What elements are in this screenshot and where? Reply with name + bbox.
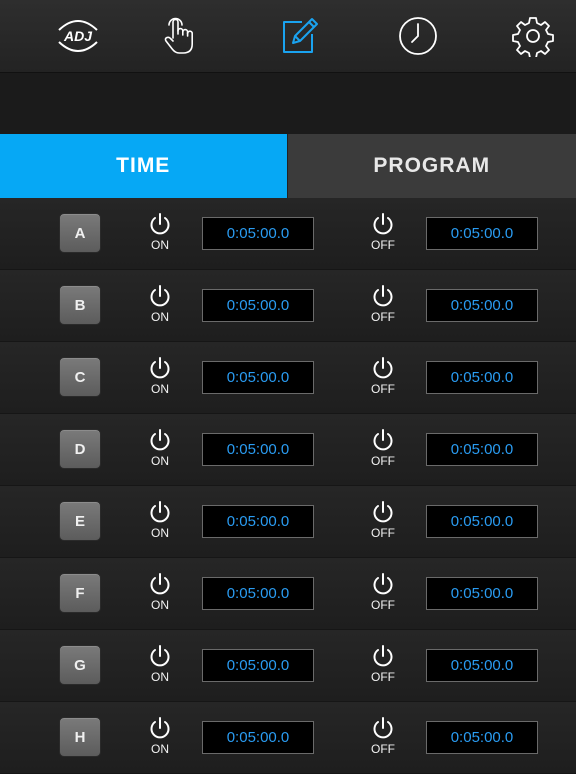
power-off-button[interactable]: OFF [363, 500, 403, 546]
off-time-field[interactable]: 0:05:00.0 [426, 289, 538, 322]
timer-row: H ON 0:05:00.0 OFF 0:05:00.0 [0, 702, 576, 774]
on-time-field[interactable]: 0:05:00.0 [202, 433, 314, 466]
channel-button[interactable]: F [59, 573, 101, 613]
off-label: OFF [371, 238, 395, 252]
channel-button[interactable]: A [59, 213, 101, 253]
power-icon [372, 356, 394, 380]
power-icon [372, 716, 394, 740]
on-label: ON [151, 598, 169, 612]
off-time-field[interactable]: 0:05:00.0 [426, 361, 538, 394]
logo-text: ADJ [63, 28, 93, 44]
power-icon [372, 212, 394, 236]
power-icon [149, 356, 171, 380]
power-on-button[interactable]: ON [140, 356, 180, 402]
touch-hand-icon[interactable] [157, 14, 201, 58]
header-spacer [0, 73, 576, 135]
power-icon [372, 572, 394, 596]
power-icon [372, 284, 394, 308]
off-time-field[interactable]: 0:05:00.0 [426, 433, 538, 466]
off-label: OFF [371, 454, 395, 468]
on-time-field[interactable]: 0:05:00.0 [202, 721, 314, 754]
off-time-field[interactable]: 0:05:00.0 [426, 649, 538, 682]
channel-button[interactable]: G [59, 645, 101, 685]
power-off-button[interactable]: OFF [363, 356, 403, 402]
timer-row: G ON 0:05:00.0 OFF 0:05:00.0 [0, 630, 576, 702]
on-label: ON [151, 526, 169, 540]
power-icon [149, 572, 171, 596]
on-time-field[interactable]: 0:05:00.0 [202, 649, 314, 682]
power-icon [149, 644, 171, 668]
off-time-field[interactable]: 0:05:00.0 [426, 577, 538, 610]
on-time-field[interactable]: 0:05:00.0 [202, 577, 314, 610]
timer-row: C ON 0:05:00.0 OFF 0:05:00.0 [0, 342, 576, 414]
power-on-button[interactable]: ON [140, 284, 180, 330]
power-icon [149, 428, 171, 452]
timer-row: F ON 0:05:00.0 OFF 0:05:00.0 [0, 558, 576, 630]
off-time-field[interactable]: 0:05:00.0 [426, 217, 538, 250]
timer-row: E ON 0:05:00.0 OFF 0:05:00.0 [0, 486, 576, 558]
power-icon [372, 428, 394, 452]
power-on-button[interactable]: ON [140, 716, 180, 762]
timer-row: B ON 0:05:00.0 OFF 0:05:00.0 [0, 270, 576, 342]
off-label: OFF [371, 382, 395, 396]
channel-button[interactable]: C [59, 357, 101, 397]
power-icon [149, 500, 171, 524]
power-off-button[interactable]: OFF [363, 212, 403, 258]
channel-button[interactable]: H [59, 717, 101, 757]
off-label: OFF [371, 310, 395, 324]
power-on-button[interactable]: ON [140, 572, 180, 618]
power-off-button[interactable]: OFF [363, 284, 403, 330]
power-icon [149, 716, 171, 740]
on-label: ON [151, 238, 169, 252]
top-nav-bar: ADJ [0, 0, 576, 73]
clock-icon[interactable] [396, 14, 440, 58]
timer-row: A ON 0:05:00.0 OFF 0:05:00.0 [0, 198, 576, 270]
channel-button[interactable]: D [59, 429, 101, 469]
on-label: ON [151, 454, 169, 468]
on-label: ON [151, 670, 169, 684]
tab-program[interactable]: PROGRAM [287, 134, 576, 198]
on-time-field[interactable]: 0:05:00.0 [202, 217, 314, 250]
power-off-button[interactable]: OFF [363, 716, 403, 762]
off-time-field[interactable]: 0:05:00.0 [426, 505, 538, 538]
power-on-button[interactable]: ON [140, 428, 180, 474]
channel-button[interactable]: B [59, 285, 101, 325]
power-on-button[interactable]: ON [140, 212, 180, 258]
off-time-field[interactable]: 0:05:00.0 [426, 721, 538, 754]
power-on-button[interactable]: ON [140, 500, 180, 546]
off-label: OFF [371, 526, 395, 540]
power-icon [372, 500, 394, 524]
on-label: ON [151, 310, 169, 324]
on-label: ON [151, 382, 169, 396]
power-icon [149, 212, 171, 236]
off-label: OFF [371, 670, 395, 684]
channel-button[interactable]: E [59, 501, 101, 541]
adj-logo[interactable]: ADJ [54, 16, 102, 56]
power-icon [149, 284, 171, 308]
power-off-button[interactable]: OFF [363, 644, 403, 690]
on-label: ON [151, 742, 169, 756]
power-icon [372, 644, 394, 668]
timer-row: D ON 0:05:00.0 OFF 0:05:00.0 [0, 414, 576, 486]
power-on-button[interactable]: ON [140, 644, 180, 690]
off-label: OFF [371, 742, 395, 756]
power-off-button[interactable]: OFF [363, 428, 403, 474]
on-time-field[interactable]: 0:05:00.0 [202, 361, 314, 394]
gear-icon[interactable] [511, 14, 555, 58]
edit-pencil-icon[interactable] [278, 14, 322, 58]
power-off-button[interactable]: OFF [363, 572, 403, 618]
on-time-field[interactable]: 0:05:00.0 [202, 289, 314, 322]
timer-list: A ON 0:05:00.0 OFF 0:05:00.0 B ON [0, 198, 576, 774]
off-label: OFF [371, 598, 395, 612]
tab-time[interactable]: TIME [0, 134, 287, 198]
mode-tabs: TIME PROGRAM [0, 134, 576, 198]
on-time-field[interactable]: 0:05:00.0 [202, 505, 314, 538]
